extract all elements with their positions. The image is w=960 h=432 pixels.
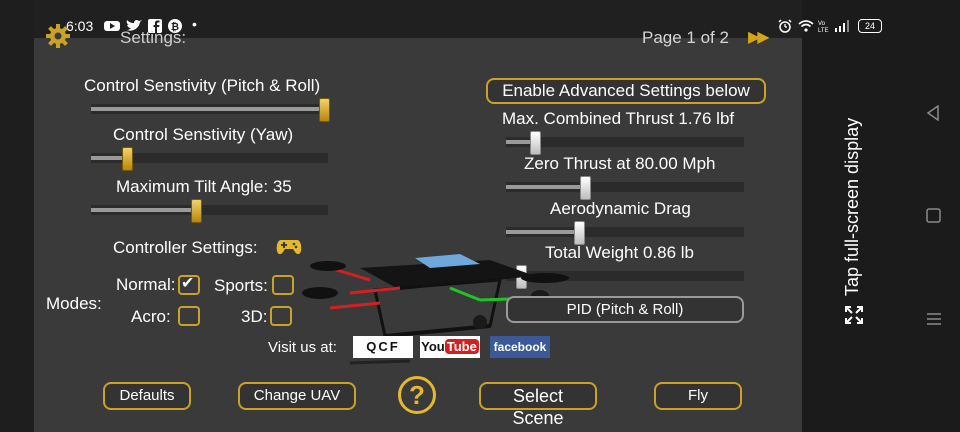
svg-text:Vo: Vo: [818, 21, 826, 27]
check-icon: ✔: [181, 275, 195, 292]
select-scene-button[interactable]: Select Scene: [479, 382, 597, 428]
qcf-logo-link[interactable]: QCF: [353, 336, 413, 358]
youtube-tube-text: Tube: [444, 339, 479, 354]
youtube-link[interactable]: You Tube: [420, 336, 480, 358]
slider-label-drag: Aerodynamic Drag: [550, 199, 691, 218]
change-uav-button[interactable]: Change UAV: [238, 382, 356, 410]
slider-pitch-roll[interactable]: [91, 98, 330, 122]
volte-icon: VoLTE: [818, 21, 829, 33]
help-button[interactable]: ?: [398, 376, 436, 414]
defaults-button[interactable]: Defaults: [103, 382, 191, 410]
slider-thumb[interactable]: [580, 176, 591, 200]
nav-back-icon[interactable]: [926, 105, 940, 121]
slider-label-tilt: Maximum Tilt Angle: 35: [116, 177, 292, 196]
slider-tilt[interactable]: [91, 199, 328, 223]
mode-label-3d: 3D:: [241, 307, 268, 326]
page-indicator: Page 1 of 2: [642, 28, 729, 47]
expand-icon[interactable]: [844, 305, 864, 325]
slider-label-zero-thrust: Zero Thrust at 80.00 Mph: [524, 154, 716, 173]
svg-text:LTE: LTE: [818, 28, 829, 33]
mode-checkbox-sports[interactable]: [272, 275, 294, 295]
slider-yaw[interactable]: [91, 147, 328, 171]
slider-label-pitch-roll: Control Senstivity (Pitch & Roll): [84, 76, 321, 95]
facebook-link[interactable]: facebook: [490, 336, 550, 358]
nav-home-icon[interactable]: [926, 208, 941, 223]
fly-button[interactable]: Fly: [654, 382, 742, 410]
slider-drag[interactable]: [506, 221, 744, 245]
nav-recents-icon[interactable]: [926, 312, 942, 326]
gear-icon[interactable]: [46, 24, 70, 48]
mode-checkbox-3d[interactable]: [270, 306, 292, 326]
slider-thrust[interactable]: [506, 131, 744, 155]
wifi-icon: [798, 20, 814, 32]
modes-label: Modes:: [46, 294, 102, 313]
slider-thumb[interactable]: [530, 131, 541, 155]
status-time: 6:03: [66, 18, 94, 34]
slider-thumb[interactable]: [574, 221, 585, 245]
mode-label-acro: Acro:: [131, 307, 171, 326]
battery-icon: 24: [858, 19, 882, 33]
slider-thumb[interactable]: [319, 98, 330, 122]
pid-button[interactable]: PID (Pitch & Roll): [506, 296, 744, 323]
next-page-button[interactable]: ▶▶: [748, 27, 770, 47]
youtube-you-text: You: [421, 339, 445, 354]
settings-title: Settings:: [120, 28, 187, 47]
mode-checkbox-acro[interactable]: [178, 306, 200, 326]
slider-thumb[interactable]: [122, 147, 133, 171]
gamepad-icon: [276, 240, 302, 255]
visit-us-label: Visit us at:: [268, 339, 337, 356]
mode-label-sports: Sports:: [214, 276, 268, 295]
slider-thumb[interactable]: [191, 199, 202, 223]
slider-zero-thrust[interactable]: [506, 176, 744, 200]
slider-label-yaw: Control Senstivity (Yaw): [113, 125, 294, 144]
alarm-icon: [778, 19, 792, 33]
signal-icon: [835, 20, 849, 32]
controller-settings-label: Controller Settings:: [113, 238, 258, 257]
fullscreen-text: Tap full-screen display: [842, 117, 862, 296]
status-dot: •: [192, 16, 197, 32]
slider-label-thrust: Max. Combined Thrust 1.76 lbf: [502, 109, 735, 128]
enable-advanced-button[interactable]: Enable Advanced Settings below: [486, 78, 766, 104]
youtube-icon: [104, 21, 120, 31]
mode-label-normal: Normal:: [116, 275, 176, 294]
mode-checkbox-normal[interactable]: ✔: [178, 275, 200, 295]
